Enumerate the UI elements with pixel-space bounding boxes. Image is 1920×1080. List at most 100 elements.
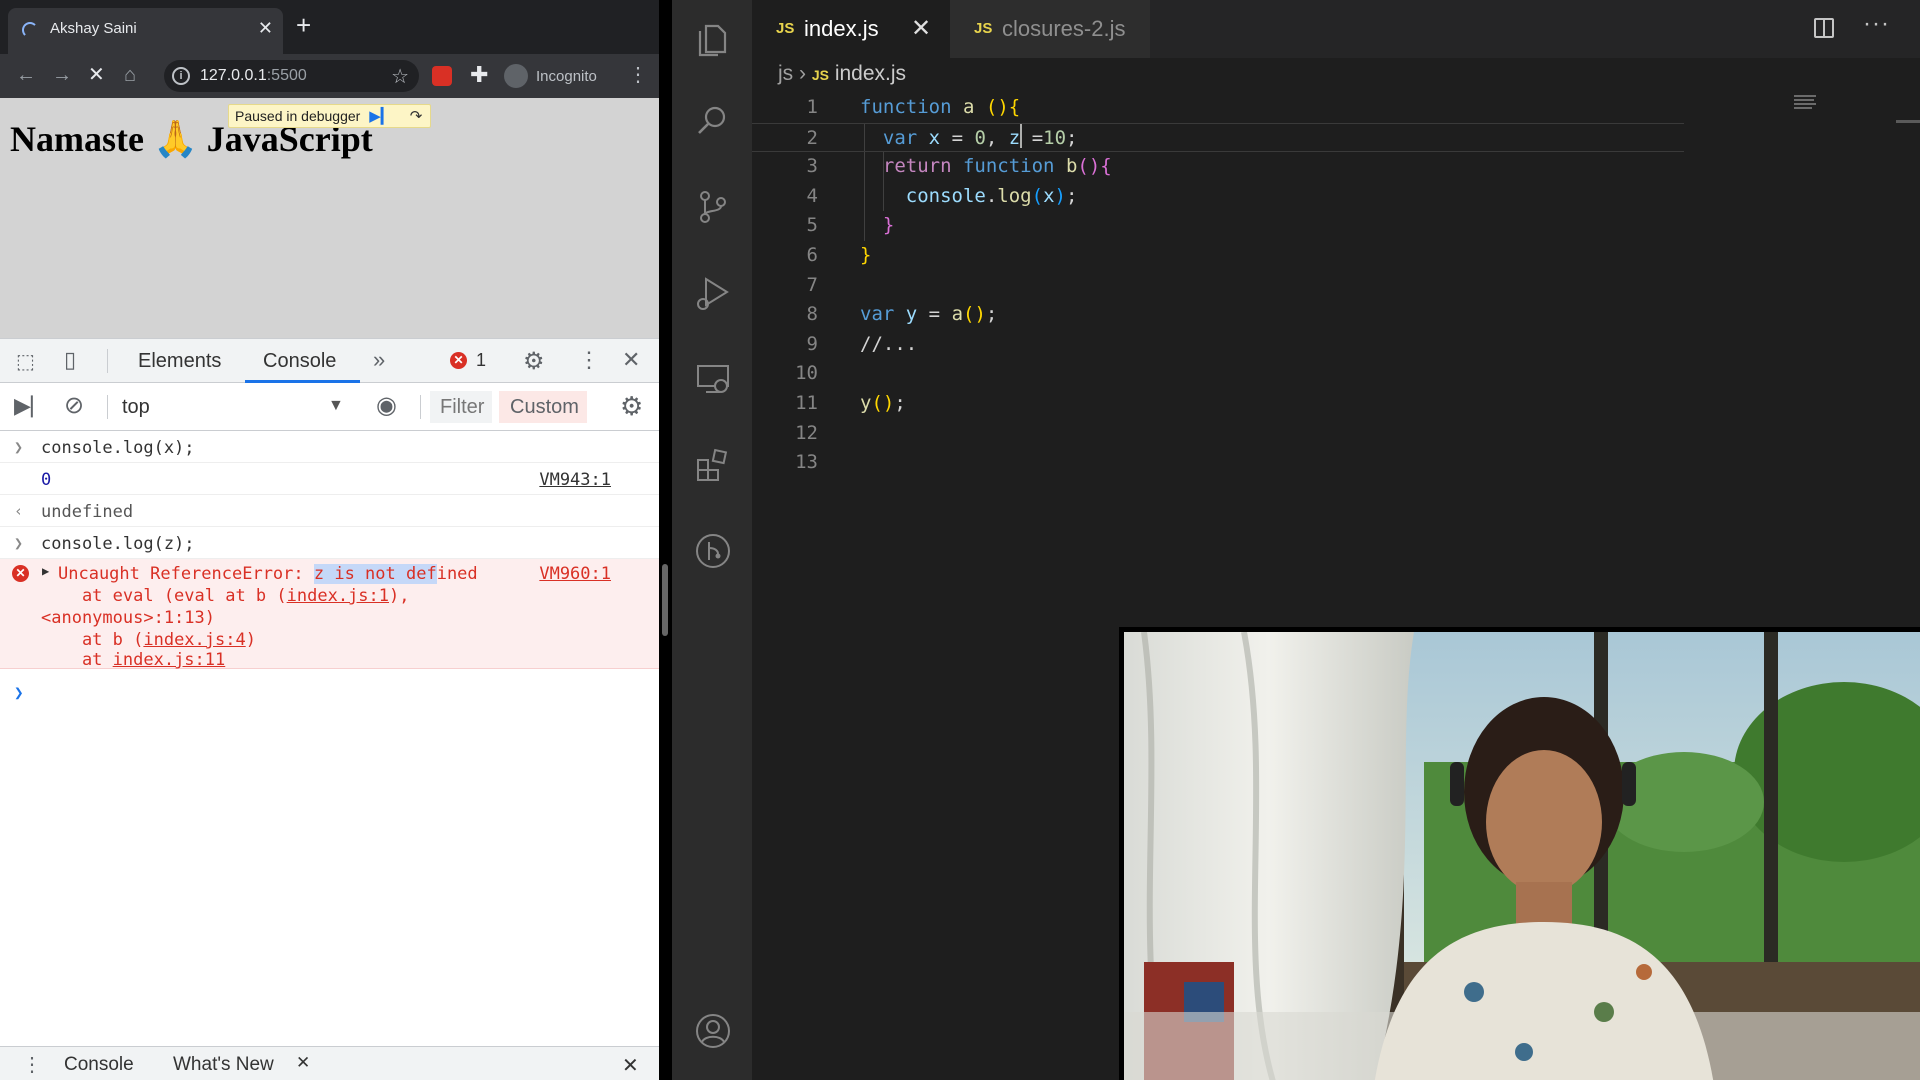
code-line: 10 [752,359,1920,389]
close-tab-icon[interactable]: ✕ [911,14,931,43]
console-output: ❯ console.log(x); 0 VM943:1 ‹ undefined … [0,431,659,1041]
browser-tab-title: Akshay Saini [50,20,137,37]
device-toolbar-icon[interactable]: ▯ [64,347,76,373]
extensions-puzzle-icon[interactable]: ✚ [470,62,488,88]
close-drawer-icon[interactable]: ✕ [622,1053,639,1078]
git-graph-icon[interactable] [694,532,732,570]
return-arrow-icon: ‹ [14,502,24,520]
page-viewport: Namaste 🙏 JavaScript Paused in debugger … [0,98,659,338]
stack-link[interactable]: index.js:11 [113,650,226,670]
show-sidebar-icon[interactable]: ▶⎸ [14,393,53,419]
close-tab-icon[interactable]: ✕ [296,1053,310,1073]
run-debug-icon[interactable] [694,274,732,312]
context-selector[interactable]: top [122,396,150,419]
line-number: 1 [806,96,818,118]
extensions-icon[interactable] [694,446,732,484]
console-filter-bar: ▶⎸ ⊘ top ▼ ◉ Filter Custom ⚙ [0,383,659,431]
input-chevron-icon: ❯ [14,438,24,456]
inspect-element-icon[interactable]: ⬚ [16,349,35,374]
stack-frame: at b (index.js:4) [41,630,256,650]
bookmark-star-icon[interactable]: ☆ [391,64,409,89]
settings-gear-icon[interactable]: ⚙ [523,347,545,376]
breadcrumb: js › JS index.js [778,62,906,86]
browser-tab-strip: Akshay Saini ✕ + [0,0,659,54]
console-settings-gear-icon[interactable]: ⚙ [620,391,643,422]
stack-link[interactable]: index.js:4 [143,630,245,650]
debugger-banner: Paused in debugger ▶▎ ↷ [228,104,432,128]
explorer-icon[interactable] [694,20,732,58]
site-info-icon[interactable]: i [172,67,190,85]
browser-tab[interactable]: Akshay Saini ✕ [8,8,283,54]
extension-icon[interactable] [432,66,452,86]
expand-triangle-icon[interactable]: ▶ [42,564,49,578]
address-bar[interactable]: i 127.0.0.1:5500 ☆ [164,60,419,92]
scrollbar-thumb[interactable] [662,564,668,636]
editor-tab-index-js[interactable]: JS index.js ✕ [752,0,950,58]
js-file-icon: JS [811,67,829,83]
devtools-tab-bar: ⬚ ▯ Elements Console » ✕ 1 ⚙ ⋮ ✕ [0,339,659,383]
forward-icon[interactable]: → [52,64,72,86]
drawer-menu-icon[interactable]: ⋮ [22,1052,42,1077]
editor-tab-label: closures-2.js [1002,16,1126,41]
browser-menu-icon[interactable]: ⋮ [628,62,648,87]
debugger-banner-text: Paused in debugger [235,108,361,124]
loading-spinner-icon [22,22,38,38]
console-input: console.log(z); [41,534,195,554]
code-text: var y = a(); [860,303,998,326]
line-number: 11 [795,392,818,414]
console-source-link[interactable]: VM943:1 [539,470,611,490]
search-icon[interactable] [694,102,732,140]
editor-tab-closures-2-js[interactable]: JS closures-2.js [950,0,1150,58]
tab-close-icon[interactable]: ✕ [258,18,273,39]
drawer-tab-console[interactable]: Console [64,1054,134,1076]
error-icon: ✕ [450,352,467,369]
remote-explorer-icon[interactable] [694,360,732,398]
resume-script-icon[interactable]: ▶▎ [369,107,392,125]
editor-scrollbar[interactable] [1896,120,1920,123]
code-line: 11 y(); [752,389,1920,419]
back-icon[interactable]: ← [16,64,36,86]
chevron-right-icon: › [799,62,812,85]
line-number: 7 [806,273,818,296]
code-line: 6} [752,241,1920,271]
new-tab-icon[interactable]: + [296,12,311,38]
tab-console[interactable]: Console [263,350,336,373]
code-line: 7 [752,271,1920,301]
stack-frame: at index.js:11 [41,650,226,670]
stop-loading-icon[interactable]: ✕ [88,64,105,86]
browser-toolbar: ← → ✕ ⌂ i 127.0.0.1:5500 ☆ ✚ Incognito ⋮ [0,54,659,98]
divider [107,349,108,373]
console-prompt-icon[interactable]: ❯ [14,683,24,702]
close-devtools-icon[interactable]: ✕ [622,347,640,373]
breadcrumb-folder[interactable]: js [778,62,793,85]
console-row: ❯ console.log(x); [0,431,659,463]
tab-elements[interactable]: Elements [138,350,221,373]
code-text: function a (){ [860,96,1021,118]
live-expression-eye-icon[interactable]: ◉ [376,391,397,420]
more-tabs-icon[interactable]: » [373,347,385,373]
code-line-current: 2 var x = 0, z =10; [752,122,1684,153]
error-source-link[interactable]: VM960:1 [539,564,611,584]
log-levels-dropdown[interactable]: Custom [499,391,587,423]
account-icon[interactable] [694,1012,732,1050]
minimap-line [1794,103,1816,105]
breadcrumb-file[interactable]: index.js [835,62,906,85]
code-text: } [860,244,872,266]
minimap-line [1794,107,1812,109]
drawer-tab-whats-new[interactable]: What's New [173,1054,274,1076]
more-actions-icon[interactable]: ··· [1863,10,1890,38]
split-editor-icon[interactable] [1814,18,1834,38]
console-filter-input[interactable]: Filter [430,391,492,423]
code-line: 12 [752,419,1920,449]
devtools-menu-icon[interactable]: ⋮ [578,347,600,373]
stack-link[interactable]: index.js:1 [287,586,389,606]
minimap[interactable] [1794,93,1894,133]
code-line: 3 return function b(){ [752,152,1920,182]
code-line: 4 console.log(x); [752,182,1920,212]
step-over-icon[interactable]: ↷ [410,107,423,125]
home-icon[interactable]: ⌂ [124,64,136,86]
chevron-down-icon[interactable]: ▼ [328,397,344,415]
source-control-icon[interactable] [694,188,732,226]
clear-console-icon[interactable]: ⊘ [64,391,84,420]
window-divider [659,0,672,1080]
